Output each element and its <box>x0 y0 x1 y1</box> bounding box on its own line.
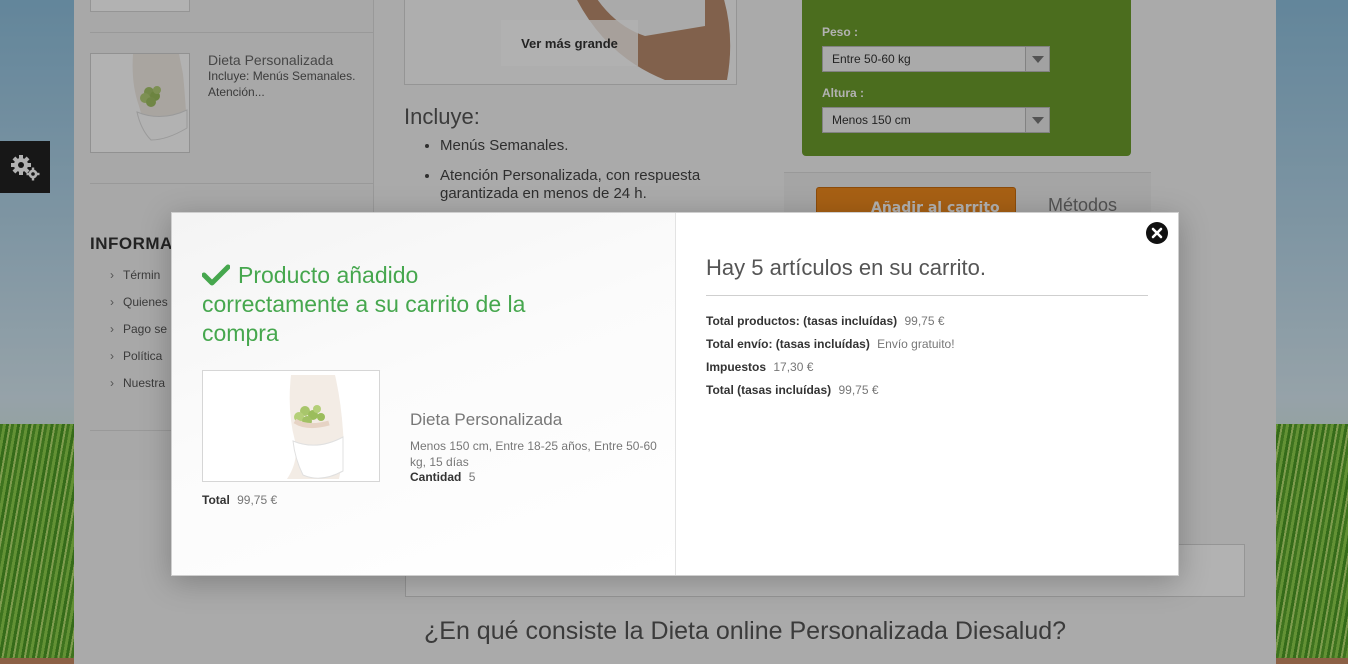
modal-product-attributes: Menos 150 cm, Entre 18-25 años, Entre 50… <box>410 439 657 469</box>
quantity-value: 5 <box>468 470 476 484</box>
grand-total-row: Total (tasas incluídas) 99,75 € <box>706 383 879 397</box>
close-icon <box>1151 227 1163 239</box>
total-shipping-row: Total envío: (tasas incluídas) Envío gra… <box>706 337 955 351</box>
success-message: Producto añadido correctamente a su carr… <box>202 262 526 346</box>
quantity-label: Cantidad <box>410 470 462 484</box>
cart-confirmation-modal: Producto añadido correctamente a su carr… <box>171 212 1179 576</box>
product-total-label: Total <box>202 493 230 507</box>
modal-product-image <box>202 370 380 482</box>
total-products-label: Total productos: (tasas incluídas) <box>706 314 898 328</box>
total-products-value: 99,75 € <box>904 314 945 328</box>
product-total-value: 99,75 € <box>237 493 278 507</box>
checkmark-icon <box>202 264 230 286</box>
cart-count-text: Hay 5 artículos en su carrito. <box>706 255 987 280</box>
taxes-row: Impuestos 17,30 € <box>706 360 813 374</box>
grand-total-label: Total (tasas incluídas) <box>706 383 832 397</box>
taxes-value: 17,30 € <box>773 360 814 374</box>
grand-total-value: 99,75 € <box>838 383 879 397</box>
total-products-row: Total productos: (tasas incluídas) 99,75… <box>706 314 945 328</box>
taxes-label: Impuestos <box>706 360 767 374</box>
total-shipping-value: Envío gratuito! <box>877 337 955 351</box>
modal-product-quantity: Cantidad 5 <box>410 470 475 484</box>
modal-product-panel: Producto añadido correctamente a su carr… <box>172 213 676 575</box>
close-modal-button[interactable] <box>1146 222 1168 244</box>
modal-product-name: Dieta Personalizada <box>410 410 563 429</box>
modal-product-total: Total 99,75 € <box>202 493 277 507</box>
divider <box>706 295 1148 296</box>
total-shipping-label: Total envío: (tasas incluídas) <box>706 337 870 351</box>
modal-cart-summary: Hay 5 artículos en su carrito. Total pro… <box>676 213 1178 575</box>
success-message-row: Producto añadido correctamente a su carr… <box>202 261 532 348</box>
